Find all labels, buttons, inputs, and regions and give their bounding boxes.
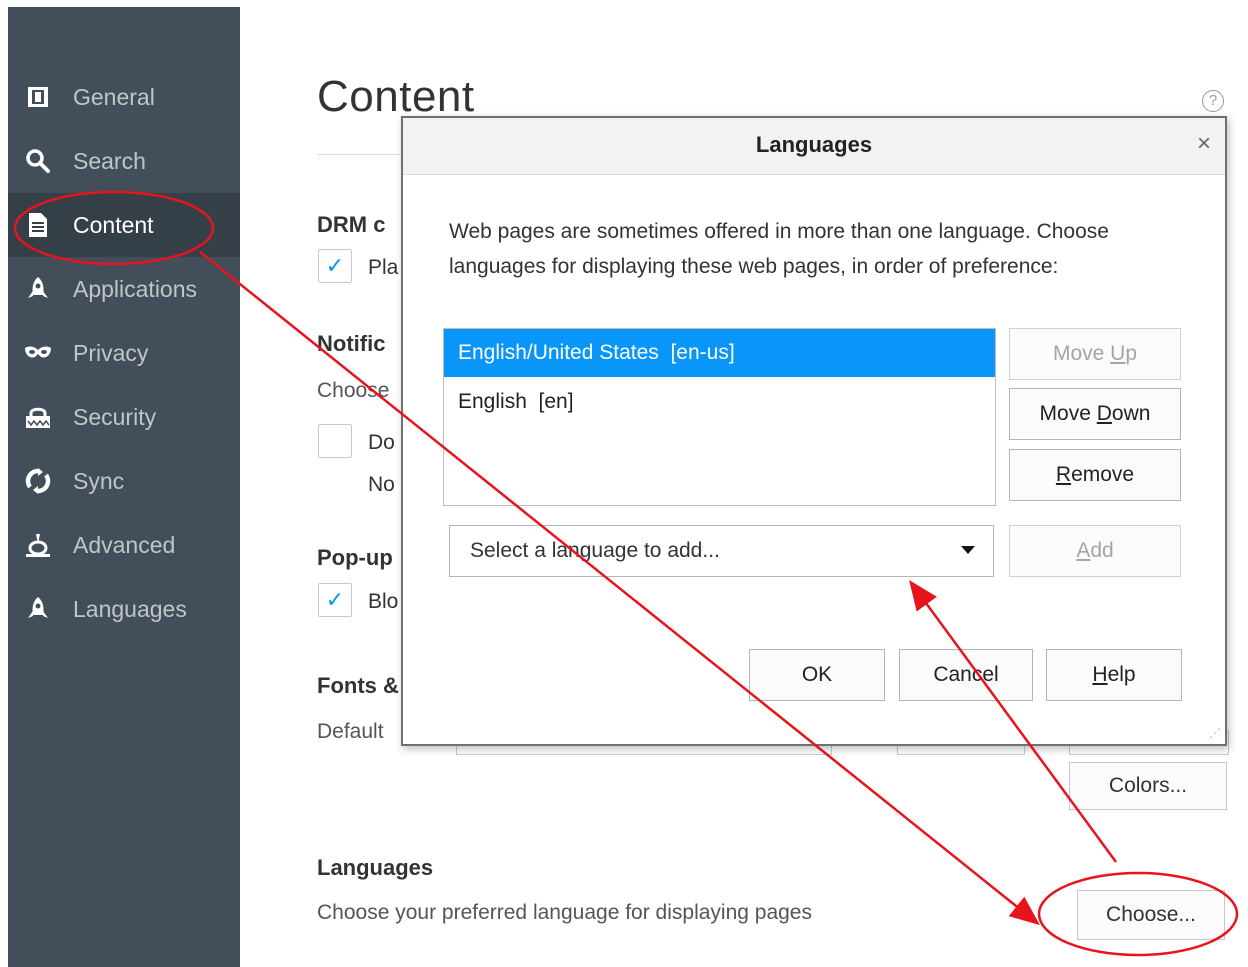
choose-highlight-ellipse <box>1037 871 1239 957</box>
annotation-overlay <box>13 190 1239 957</box>
arrow-content-to-choose <box>199 251 1040 926</box>
arrow-choose-to-select <box>909 579 1118 863</box>
content-highlight-ellipse <box>13 190 215 266</box>
